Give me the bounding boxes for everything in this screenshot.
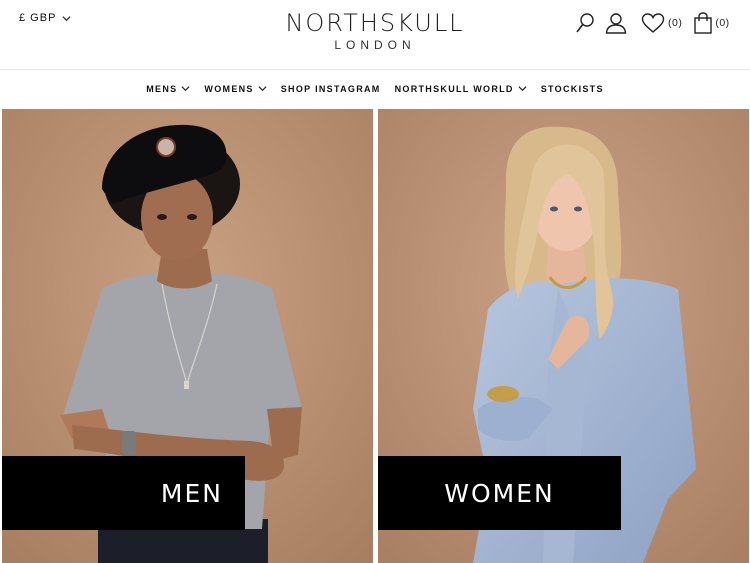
- women-label: WOMEN: [444, 478, 555, 508]
- logo-subtitle: LONDON: [334, 38, 416, 52]
- account-button[interactable]: [605, 12, 627, 34]
- site-logo[interactable]: NORTHSKULL LONDON: [285, 9, 465, 52]
- men-label: MEN: [160, 478, 223, 508]
- nav-item-label: MENS: [146, 83, 178, 94]
- women-label-box: WOMEN: [378, 456, 621, 530]
- header-icons: (0) (0): [575, 12, 730, 34]
- nav-item-label: NORTHSKULL WORLD: [394, 83, 514, 94]
- wishlist-button[interactable]: (0): [641, 12, 683, 34]
- chevron-down-icon: [518, 86, 527, 92]
- site-header: £ GBP NORTHSKULL LONDON (0) (0): [0, 0, 750, 70]
- logo-wordmark: NORTHSKULL: [285, 9, 465, 37]
- search-button[interactable]: [575, 12, 595, 34]
- nav-item-label: WOMENS: [204, 83, 254, 94]
- chevron-down-icon: [181, 86, 190, 92]
- wishlist-count: (0): [668, 17, 683, 29]
- nav-item-womens[interactable]: WOMENS: [204, 83, 267, 94]
- user-icon: [605, 13, 627, 34]
- nav-item-label: SHOP INSTAGRAM: [280, 83, 381, 94]
- chevron-down-icon: [62, 15, 71, 21]
- shopping-bag-icon: [694, 12, 713, 34]
- chevron-down-icon: [258, 86, 267, 92]
- women-category-tile[interactable]: WOMEN: [378, 109, 749, 563]
- nav-item-label: STOCKISTS: [540, 83, 604, 94]
- men-category-tile[interactable]: MEN: [2, 109, 373, 563]
- nav-item-northskull-world[interactable]: NORTHSKULL WORLD: [395, 84, 527, 94]
- currency-selector[interactable]: £ GBP: [19, 12, 71, 24]
- main-navigation: MENS WOMENS SHOP INSTAGRAM NORTHSKULL WO…: [0, 71, 750, 106]
- nav-item-stockists[interactable]: STOCKISTS: [541, 84, 604, 94]
- heart-icon: [641, 12, 665, 33]
- cart-button[interactable]: (0): [694, 12, 729, 34]
- men-label-box: MEN: [2, 456, 245, 530]
- search-icon: [576, 13, 594, 33]
- cart-count: (0): [715, 17, 730, 29]
- nav-item-shop-instagram[interactable]: SHOP INSTAGRAM: [281, 84, 381, 94]
- nav-item-mens[interactable]: MENS: [146, 84, 190, 94]
- currency-label: £ GBP: [19, 12, 57, 24]
